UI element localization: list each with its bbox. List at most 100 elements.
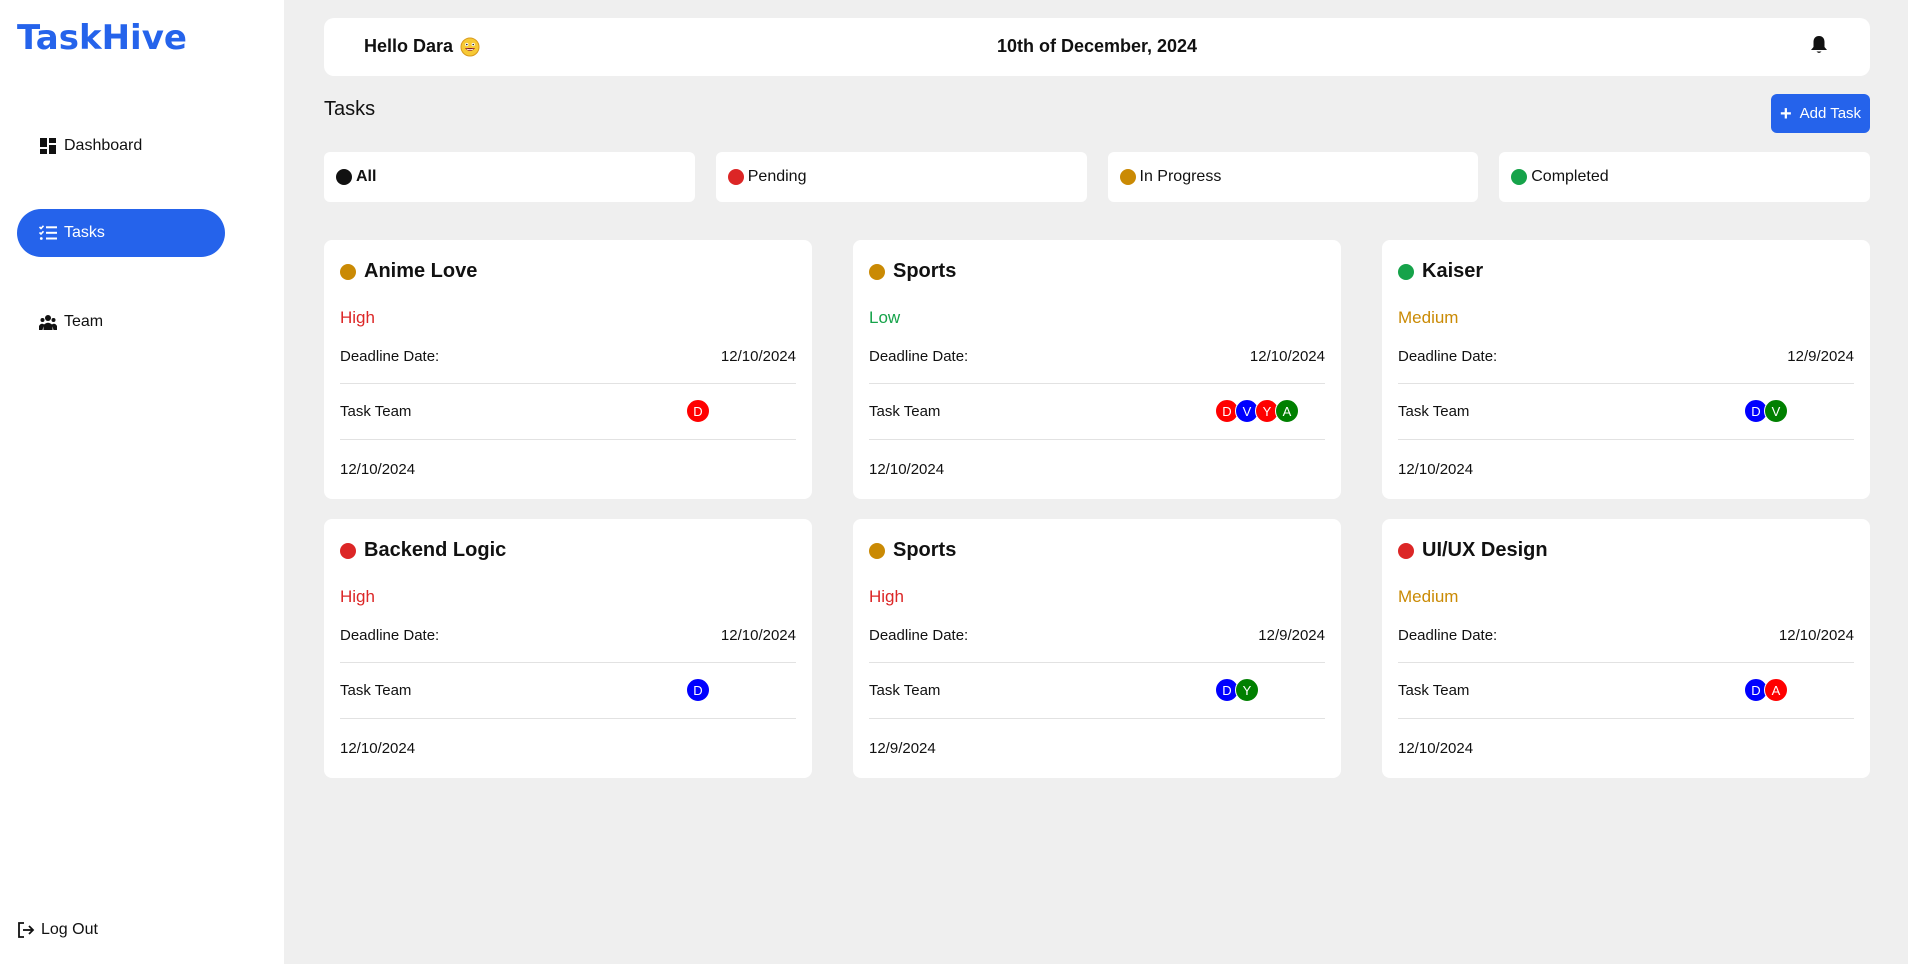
task-priority: Medium xyxy=(1398,587,1459,606)
avatar[interactable]: V xyxy=(1764,399,1788,423)
filter-all[interactable]: All xyxy=(324,152,695,202)
filter-label: Pending xyxy=(747,168,807,185)
task-title: Sports xyxy=(893,260,957,282)
deadline-value: 12/10/2024 xyxy=(1778,627,1854,644)
plus-icon: + xyxy=(1779,102,1792,125)
task-grid: Anime Love High Deadline Date: 12/10/202… xyxy=(324,240,1870,778)
add-task-label: Add Task xyxy=(1799,105,1862,122)
deadline-label: Deadline Date: xyxy=(340,348,440,365)
deadline-label: Deadline Date: xyxy=(869,348,969,365)
created-date: 12/10/2024 xyxy=(1398,461,1474,478)
team-row: Task Team DVYA xyxy=(869,383,1325,440)
task-title: UI/UX Design xyxy=(1422,539,1548,561)
filter-label: Completed xyxy=(1531,168,1609,185)
filter-in-progress[interactable]: In Progress xyxy=(1107,152,1479,202)
status-dot-icon xyxy=(340,263,356,280)
team-avatars: DA xyxy=(1744,678,1788,702)
team-row: Task Team DY xyxy=(869,662,1325,719)
sidebar-item-label: Tasks xyxy=(64,224,105,241)
status-dot-icon xyxy=(727,169,744,185)
team-label: Task Team xyxy=(340,681,412,699)
filter-completed[interactable]: Completed xyxy=(1499,152,1870,202)
current-date: 10th of December, 2024 xyxy=(996,36,1198,56)
team-row: Task Team DV xyxy=(1398,383,1854,440)
filter-label: In Progress xyxy=(1139,168,1222,185)
deadline-row: Deadline Date: 12/10/2024 xyxy=(340,621,796,663)
status-dot-icon xyxy=(1511,169,1528,185)
avatar[interactable]: D xyxy=(686,678,710,702)
deadline-row: Deadline Date: 12/10/2024 xyxy=(1398,621,1854,663)
task-priority: Low xyxy=(869,308,901,327)
filter-pending[interactable]: Pending xyxy=(715,152,1087,202)
deadline-row: Deadline Date: 12/9/2024 xyxy=(1398,342,1854,384)
team-avatars: DVYA xyxy=(1215,399,1299,423)
deadline-value: 12/9/2024 xyxy=(1258,627,1325,644)
team-label: Task Team xyxy=(1398,402,1470,420)
team-row: Task Team DA xyxy=(1398,662,1854,719)
created-date: 12/10/2024 xyxy=(340,740,416,757)
status-dot-icon xyxy=(1119,169,1136,185)
created-date: 12/10/2024 xyxy=(869,461,945,478)
task-card[interactable]: Sports High Deadline Date: 12/9/2024 Tas… xyxy=(853,519,1341,778)
team-label: Task Team xyxy=(1398,681,1470,699)
team-label: Task Team xyxy=(869,402,941,420)
deadline-label: Deadline Date: xyxy=(869,627,969,644)
status-dot-icon xyxy=(1398,263,1414,280)
task-card[interactable]: Sports Low Deadline Date: 12/10/2024 Tas… xyxy=(853,240,1341,499)
team-label: Task Team xyxy=(869,681,941,699)
deadline-row: Deadline Date: 12/10/2024 xyxy=(869,342,1325,384)
deadline-value: 12/10/2024 xyxy=(720,627,796,644)
team-row: Task Team D xyxy=(340,662,796,719)
logout-label: Log Out xyxy=(41,921,98,938)
task-card-header: Kaiser xyxy=(1398,260,1483,283)
deadline-value: 12/9/2024 xyxy=(1787,348,1854,365)
task-card-header: Anime Love xyxy=(340,260,477,283)
task-card-header: Sports xyxy=(869,539,956,562)
task-title: Sports xyxy=(893,539,957,561)
logout-icon xyxy=(17,920,37,940)
task-list-icon xyxy=(39,224,57,242)
team-avatars: D xyxy=(686,399,710,423)
avatar[interactable]: A xyxy=(1275,399,1299,423)
sidebar-item-dashboard[interactable]: Dashboard xyxy=(17,122,225,170)
sidebar-item-tasks[interactable]: Tasks xyxy=(17,209,225,257)
sidebar-item-team[interactable]: Team xyxy=(17,298,225,346)
app-logo[interactable]: TaskHive xyxy=(17,18,187,58)
logout-button[interactable]: Log Out xyxy=(17,920,98,940)
status-dot-icon xyxy=(336,169,352,185)
top-bar: Hello Dara 10th of December, 2024 xyxy=(324,18,1870,76)
deadline-label: Deadline Date: xyxy=(1398,627,1498,644)
dashboard-icon xyxy=(39,137,57,155)
team-label: Task Team xyxy=(340,402,412,420)
sidebar: TaskHive Dashboard Tasks Team Log Out xyxy=(0,0,284,964)
task-card-header: UI/UX Design xyxy=(1398,539,1548,562)
task-card[interactable]: UI/UX Design Medium Deadline Date: 12/10… xyxy=(1382,519,1870,778)
add-task-button[interactable]: + Add Task xyxy=(1771,94,1870,133)
deadline-row: Deadline Date: 12/9/2024 xyxy=(869,621,1325,663)
task-card[interactable]: Anime Love High Deadline Date: 12/10/202… xyxy=(324,240,812,499)
avatar[interactable]: A xyxy=(1764,678,1788,702)
task-title: Anime Love xyxy=(364,260,478,282)
created-date: 12/9/2024 xyxy=(869,740,936,757)
team-avatars: DV xyxy=(1744,399,1788,423)
task-card[interactable]: Kaiser Medium Deadline Date: 12/9/2024 T… xyxy=(1382,240,1870,499)
status-dot-icon xyxy=(1398,542,1414,559)
team-icon xyxy=(39,313,57,331)
status-filters: All Pending In Progress Completed xyxy=(324,152,1870,202)
task-card-header: Sports xyxy=(869,260,956,283)
task-card-header: Backend Logic xyxy=(340,539,506,562)
avatar[interactable]: Y xyxy=(1235,678,1259,702)
sidebar-item-label: Dashboard xyxy=(64,137,143,154)
team-avatars: D xyxy=(686,678,710,702)
bell-icon[interactable] xyxy=(1810,35,1830,57)
deadline-label: Deadline Date: xyxy=(1398,348,1498,365)
task-priority: High xyxy=(340,308,375,327)
deadline-value: 12/10/2024 xyxy=(1249,348,1325,365)
deadline-label: Deadline Date: xyxy=(340,627,440,644)
avatar[interactable]: D xyxy=(686,399,710,423)
sidebar-item-label: Team xyxy=(64,313,104,330)
task-priority: High xyxy=(869,587,904,606)
created-date: 12/10/2024 xyxy=(340,461,416,478)
task-title: Kaiser xyxy=(1422,260,1484,282)
task-card[interactable]: Backend Logic High Deadline Date: 12/10/… xyxy=(324,519,812,778)
